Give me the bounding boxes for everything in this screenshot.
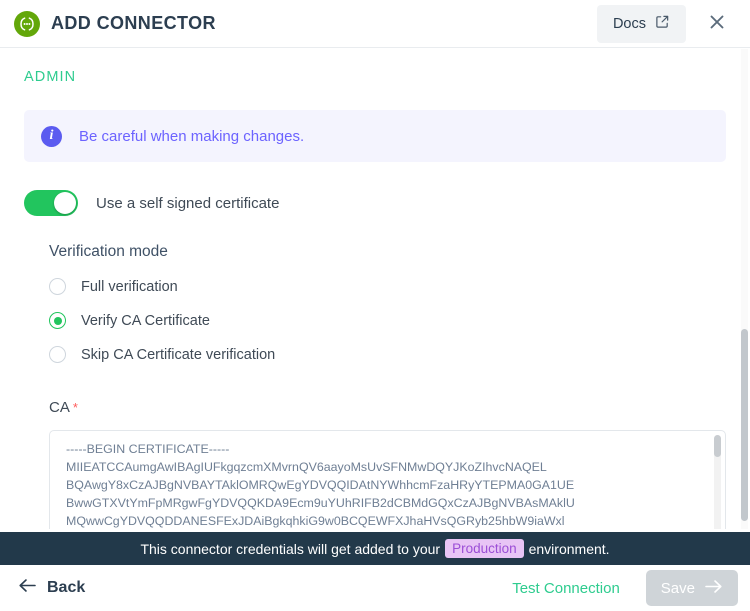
ca-field-label: CA * bbox=[49, 399, 726, 416]
radio-icon-skip-ca-certificate-verification[interactable] bbox=[49, 346, 66, 363]
arrow-right-icon bbox=[704, 579, 723, 598]
environment-notice-prefix: This connector credentials will get adde… bbox=[140, 540, 441, 557]
close-icon bbox=[707, 12, 727, 35]
self-signed-certificate-row[interactable]: Use a self signed certificate bbox=[24, 190, 726, 216]
ca-textarea[interactable]: -----BEGIN CERTIFICATE----- MIIEATCCAumg… bbox=[50, 431, 725, 529]
section-label-admin: ADMIN bbox=[24, 69, 77, 85]
toggle-knob bbox=[54, 192, 76, 214]
back-button[interactable]: Back bbox=[18, 578, 85, 598]
radio-icon-verify-ca-certificate[interactable] bbox=[49, 312, 66, 329]
modal-header: ADD CONNECTOR Docs bbox=[0, 0, 750, 48]
back-button-label: Back bbox=[47, 579, 86, 596]
ca-textarea-scrollbar-thumb[interactable] bbox=[714, 435, 721, 457]
connector-icon bbox=[14, 10, 40, 37]
save-button[interactable]: Save bbox=[645, 570, 738, 606]
required-marker: * bbox=[72, 400, 78, 415]
docs-button[interactable]: Docs bbox=[596, 4, 686, 43]
self-signed-certificate-label: Use a self signed certificate bbox=[96, 194, 280, 212]
info-icon: i bbox=[41, 125, 62, 147]
arrow-left-icon bbox=[18, 578, 37, 598]
page-title: ADD CONNECTOR bbox=[51, 13, 216, 33]
self-signed-certificate-toggle[interactable] bbox=[24, 190, 78, 216]
environment-notice-bar: This connector credentials will get adde… bbox=[0, 532, 750, 565]
form-content: ADMIN i Be careful when making changes. … bbox=[0, 69, 750, 529]
radio-full-verification[interactable]: Full verification bbox=[49, 278, 726, 295]
radio-verify-ca-certificate[interactable]: Verify CA Certificate bbox=[49, 312, 726, 329]
save-button-label: Save bbox=[660, 579, 695, 597]
page-scrollbar-thumb[interactable] bbox=[741, 329, 748, 521]
add-connector-modal: ADD CONNECTOR Docs ADMIN i Be careful wh… bbox=[0, 0, 750, 611]
radio-icon-full-verification[interactable] bbox=[49, 278, 66, 295]
ca-textarea-wrapper[interactable]: -----BEGIN CERTIFICATE----- MIIEATCCAumg… bbox=[49, 430, 726, 529]
modal-body[interactable]: ADMIN i Be careful when making changes. … bbox=[0, 49, 750, 529]
verification-mode-title: Verification mode bbox=[49, 243, 168, 260]
info-banner-text: Be careful when making changes. bbox=[79, 127, 305, 145]
environment-notice-suffix: environment. bbox=[528, 540, 610, 557]
info-banner: i Be careful when making changes. bbox=[24, 110, 726, 162]
modal-footer: Back Test Connection Save bbox=[0, 565, 750, 611]
radio-label-verify-ca-certificate: Verify CA Certificate bbox=[81, 312, 210, 329]
environment-badge: Production bbox=[445, 539, 524, 558]
radio-label-full-verification: Full verification bbox=[81, 278, 178, 295]
radio-label-skip-ca-certificate-verification: Skip CA Certificate verification bbox=[81, 346, 276, 363]
radio-skip-ca-certificate-verification[interactable]: Skip CA Certificate verification bbox=[49, 346, 726, 363]
ca-textarea-scrollbar[interactable] bbox=[714, 435, 721, 529]
external-link-icon bbox=[655, 14, 670, 33]
test-connection-button[interactable]: Test Connection bbox=[512, 580, 620, 597]
ca-label-text: CA bbox=[49, 399, 70, 416]
docs-button-label: Docs bbox=[612, 15, 646, 32]
verification-mode-group: Verification mode Full verification Veri… bbox=[24, 243, 726, 529]
page-scrollbar[interactable] bbox=[741, 49, 748, 529]
close-button[interactable] bbox=[700, 7, 734, 41]
